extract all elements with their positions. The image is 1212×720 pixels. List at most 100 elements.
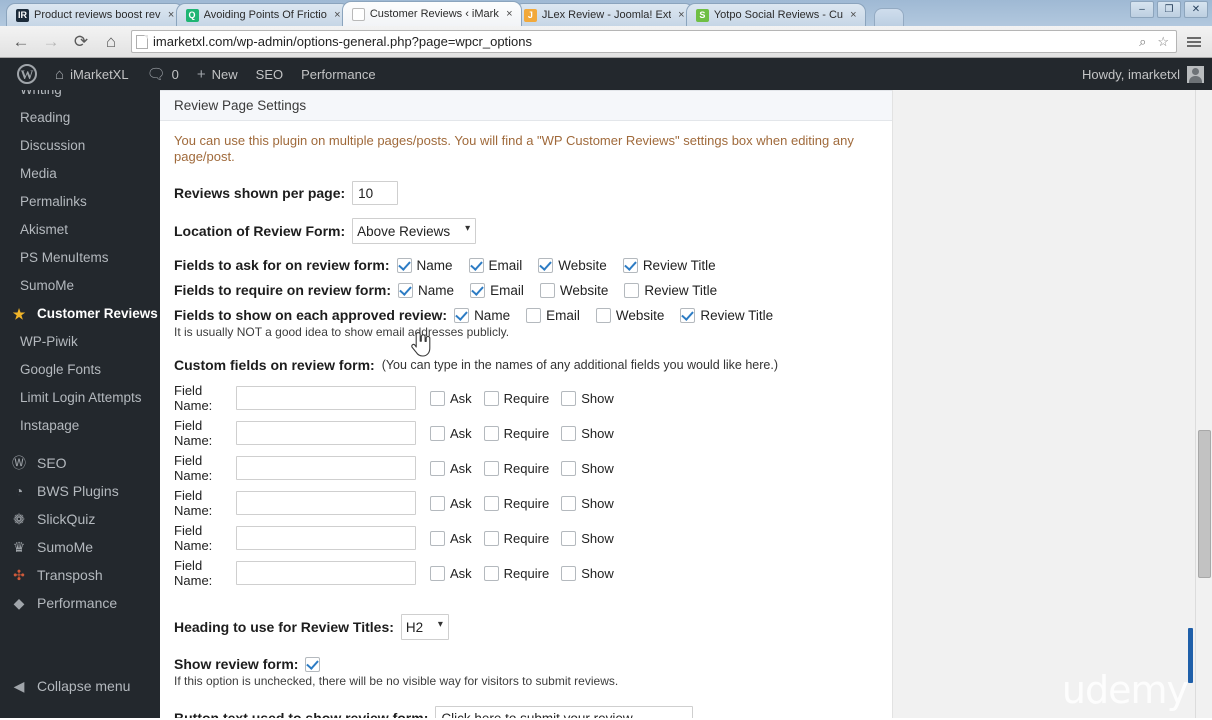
sidebar-item-google-fonts[interactable]: Google Fonts [0,356,160,384]
account-menu[interactable]: Howdy, imarketxl [1082,65,1212,83]
ask-name-checkbox[interactable] [396,257,412,273]
custom-field-ask-checkbox[interactable] [430,425,445,441]
custom-field-name-input[interactable] [236,491,416,515]
new-tab-button[interactable] [873,8,904,26]
bookmark-star-icon[interactable]: ☆ [1154,34,1172,50]
show-name-checkbox[interactable] [454,307,470,323]
require-review-title-checkbox[interactable] [624,282,640,298]
sidebar-item-transposh[interactable]: ✣ Transposh [0,561,160,589]
scrollbar-thumb[interactable] [1198,430,1211,578]
custom-field-show-checkbox[interactable] [561,530,577,546]
custom-field-require-checkbox[interactable] [483,460,499,476]
sidebar-item-label: Writing [20,90,62,97]
require-email-checkbox[interactable] [470,282,486,298]
performance-menu[interactable]: Performance [292,58,384,90]
sidebar-item-discussion[interactable]: Discussion [0,132,160,160]
sidebar-item-seo[interactable]: Ⓦ SEO [0,449,160,477]
custom-field-name-input[interactable] [236,421,416,445]
custom-field-name-input[interactable] [236,386,416,410]
custom-field-require-checkbox[interactable] [483,530,499,546]
custom-field-row: Field Name: Ask Require Show [174,383,878,413]
sidebar-item-sumome-top[interactable]: ♛ SumoMe [0,533,160,561]
site-name-menu[interactable]: ⌂ iMarketXL [46,58,138,90]
sidebar-item-permalinks[interactable]: Permalinks [0,188,160,216]
custom-field-ask-checkbox[interactable] [430,530,445,546]
sidebar-item-bws-plugins[interactable]: ◔ BWS Plugins [0,477,160,505]
require-website-checkbox[interactable] [539,282,555,298]
custom-field-ask-checkbox[interactable] [430,460,445,476]
custom-field-require-checkbox[interactable] [483,565,499,581]
search-icon[interactable]: ⌕ [1136,34,1149,50]
location-row: Location of Review Form: Above Reviews [174,218,878,244]
browser-tab[interactable]: Q Avoiding Points Of Frictio × [175,3,350,26]
custom-field-ask-checkbox[interactable] [430,390,445,406]
sidebar-item-customer-reviews[interactable]: ★ Customer Reviews [0,300,160,328]
sidebar-item-akismet[interactable]: Akismet [0,216,160,244]
sidebar-item-label: Permalinks [20,194,87,209]
home-icon[interactable]: ⌂ [96,29,126,55]
custom-field-ask-checkbox[interactable] [430,495,445,511]
reviews-per-page-input[interactable] [352,181,399,205]
close-icon[interactable]: × [848,9,859,21]
custom-field-ask-checkbox[interactable] [430,565,445,581]
custom-field-show-checkbox[interactable] [561,565,577,581]
location-select[interactable]: Above Reviews [352,218,477,244]
custom-field-show-checkbox[interactable] [561,390,577,406]
custom-field-row: Field Name: Ask Require Show [174,488,878,518]
sidebar-item-slickquiz[interactable]: ❁ SlickQuiz [0,505,160,533]
sidebar-item-reading[interactable]: Reading [0,104,160,132]
reload-icon[interactable]: ⟳ [66,29,96,55]
sidebar-item-limit-login-attempts[interactable]: Limit Login Attempts [0,384,160,412]
address-bar[interactable]: imarketxl.com/wp-admin/options-general.p… [131,30,1177,53]
sidebar-item-instapage[interactable]: Instapage [0,412,160,440]
wordpress-logo-icon: W [17,64,37,84]
back-icon[interactable]: ← [6,29,36,55]
ask-website-checkbox[interactable] [538,257,554,273]
button-text-input[interactable] [435,706,694,718]
comments-menu[interactable]: 🗨 0 [138,58,188,90]
close-icon[interactable]: × [504,8,515,20]
custom-field-show-checkbox[interactable] [561,460,577,476]
ask-email-checkbox[interactable] [468,257,484,273]
collapse-menu-button[interactable]: ◀ Collapse menu [0,672,160,700]
custom-field-name-input[interactable] [236,456,416,480]
custom-field-require-checkbox[interactable] [483,495,499,511]
close-window-button[interactable]: ✕ [1184,1,1208,18]
page-scrollbar[interactable] [1195,90,1212,718]
browser-tab-active[interactable]: ☐ Customer Reviews ‹ iMark × [341,1,522,26]
browser-menu-icon[interactable] [1182,30,1206,54]
performance-label: Performance [301,66,376,82]
forward-icon[interactable]: → [36,29,66,55]
custom-field-show-checkbox[interactable] [561,495,577,511]
document-icon: ☐ [351,7,365,21]
sidebar-item-sumome[interactable]: SumoMe [0,272,160,300]
maximize-button[interactable]: ❐ [1157,1,1181,18]
show-website-checkbox[interactable] [595,307,611,323]
sidebar-item-performance[interactable]: ◆ Performance [0,589,160,617]
browser-tab[interactable]: S Yotpo Social Reviews - Cu × [685,3,866,26]
browser-tab[interactable]: IR Product reviews boost rev × [6,3,184,26]
heading-select[interactable]: H2 [400,614,449,640]
sidebar-item-media[interactable]: Media [0,160,160,188]
browser-tab[interactable]: J JLex Review - Joomla! Ext × [513,3,694,26]
new-content-menu[interactable]: + New [188,58,247,90]
custom-field-require-checkbox[interactable] [483,425,499,441]
seo-menu[interactable]: SEO [247,58,292,90]
show-review-form-checkbox[interactable] [305,656,321,672]
sidebar-item-wp-piwik[interactable]: WP-Piwik [0,328,160,356]
show-email-label: Email [546,307,580,323]
wp-logo-menu[interactable]: W [8,58,46,90]
show-review-title-checkbox[interactable] [680,307,696,323]
ask-review-title-checkbox[interactable] [622,257,638,273]
panel-title: Review Page Settings [160,90,892,121]
minimize-button[interactable]: – [1130,1,1154,18]
custom-field-show-checkbox[interactable] [561,425,577,441]
avatar [1187,65,1204,83]
sidebar-item-writing[interactable]: Writing [0,90,160,104]
custom-field-require-checkbox[interactable] [483,390,499,406]
show-email-checkbox[interactable] [526,307,542,323]
custom-field-name-input[interactable] [236,561,416,585]
sidebar-item-ps-menuitems[interactable]: PS MenuItems [0,244,160,272]
custom-field-name-input[interactable] [236,526,416,550]
require-name-checkbox[interactable] [398,282,414,298]
